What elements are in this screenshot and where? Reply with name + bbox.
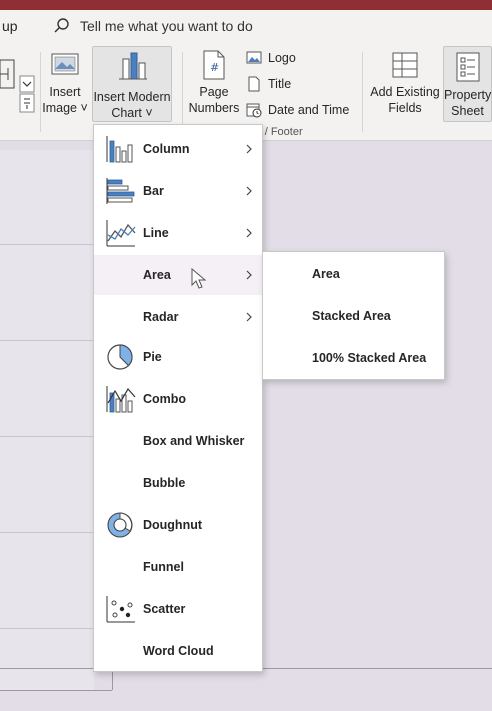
grid-line	[0, 340, 94, 341]
menu-item-label: Scatter	[143, 602, 186, 616]
menu-item-word-cloud[interactable]: Word Cloud	[94, 631, 262, 671]
section-divider	[0, 690, 112, 691]
tell-me-input[interactable]: Tell me what you want to do	[80, 18, 253, 34]
menu-item-label: Combo	[143, 392, 187, 406]
date-time-button[interactable]: Date and Time	[246, 102, 349, 118]
logo-icon	[246, 51, 262, 64]
image-icon	[51, 53, 79, 75]
submenu-item-area[interactable]: Area	[312, 267, 340, 281]
modern-chart-icon	[119, 52, 147, 80]
grid-line	[0, 532, 94, 533]
pie-chart-icon	[107, 344, 133, 370]
menu-item-label: Doughnut	[143, 518, 203, 532]
date-time-label: Date and Time	[268, 103, 350, 117]
logo-button[interactable]: Logo	[246, 50, 296, 66]
scatter-chart-icon	[106, 596, 135, 623]
submenu-item-stacked-area[interactable]: Stacked Area	[312, 309, 391, 323]
menu-item-area[interactable]: Area	[94, 255, 262, 295]
fields-icon	[392, 52, 418, 78]
ribbon-separator	[362, 52, 363, 132]
insert-chart-menu: Column Bar Line Area Radar Pie Combo Box…	[93, 124, 263, 672]
column-chart-icon	[106, 136, 133, 163]
page-number-icon: #	[203, 50, 225, 80]
menu-item-label: Box and Whisker	[143, 434, 245, 448]
menu-item-box-and-whisker[interactable]: Box and Whisker	[94, 421, 262, 461]
menu-item-scatter[interactable]: Scatter	[94, 589, 262, 629]
insert-image-label-1: Insert	[49, 85, 81, 99]
chevron-right-icon	[246, 186, 252, 196]
page-numbers-button[interactable]: # Page Numbers	[186, 50, 242, 118]
property-sheet-label-1: Property	[444, 88, 492, 102]
chevron-right-icon	[246, 270, 252, 280]
property-sheet-label-2: Sheet	[451, 104, 484, 118]
menu-item-funnel[interactable]: Funnel	[94, 547, 262, 587]
chevron-right-icon	[246, 312, 252, 322]
menu-item-label: Column	[143, 142, 190, 156]
submenu-item-100-stacked-area[interactable]: 100% Stacked Area	[312, 351, 426, 365]
insert-image-label-2: Image ˅	[42, 101, 88, 115]
title-bar	[0, 0, 492, 10]
property-sheet-button[interactable]: Property Sheet	[443, 46, 492, 122]
menu-item-pie[interactable]: Pie	[94, 337, 262, 377]
property-sheet-icon	[456, 52, 479, 82]
title-icon	[248, 76, 260, 92]
menu-item-bar[interactable]: Bar	[94, 171, 262, 211]
menu-item-bubble[interactable]: Bubble	[94, 463, 262, 503]
insert-chart-label-2: Chart ˅	[111, 106, 153, 120]
menu-item-line[interactable]: Line	[94, 213, 262, 253]
menu-item-label: Word Cloud	[143, 644, 214, 658]
insert-chart-label-1: Insert Modern	[93, 90, 171, 104]
group-label-header-footer: r / Footer	[258, 126, 303, 138]
menu-item-radar[interactable]: Radar	[94, 297, 262, 337]
doughnut-chart-icon	[107, 512, 133, 538]
report-grid-section[interactable]	[0, 150, 94, 690]
add-fields-label-2: Fields	[388, 101, 422, 115]
tab-fragment[interactable]: up	[2, 18, 18, 34]
ribbon-partial-control[interactable]	[0, 58, 36, 116]
tell-me-bar: up Tell me what you want to do	[0, 10, 492, 44]
combo-chart-icon	[106, 386, 136, 413]
menu-item-doughnut[interactable]: Doughnut	[94, 505, 262, 545]
menu-item-column[interactable]: Column	[94, 129, 262, 169]
menu-item-label: Area	[143, 268, 171, 282]
svg-text:#: #	[210, 61, 219, 74]
bar-chart-icon	[106, 178, 135, 204]
page-numbers-label-1: Page	[199, 85, 229, 99]
grid-line	[0, 628, 94, 629]
title-label: Title	[268, 77, 292, 91]
chevron-right-icon	[246, 228, 252, 238]
menu-item-label: Bar	[143, 184, 164, 198]
logo-label: Logo	[268, 51, 296, 65]
ribbon-separator	[182, 52, 183, 132]
page-numbers-label-2: Numbers	[188, 101, 240, 115]
insert-image-button[interactable]: Insert Image ˅	[42, 50, 88, 118]
menu-item-label: Funnel	[143, 560, 184, 574]
insert-modern-chart-button[interactable]: Insert Modern Chart ˅	[92, 46, 172, 122]
menu-item-combo[interactable]: Combo	[94, 379, 262, 419]
line-chart-icon	[106, 220, 136, 247]
calendar-clock-icon	[246, 103, 262, 118]
menu-item-label: Radar	[143, 310, 179, 324]
menu-item-label: Line	[143, 226, 169, 240]
grid-line	[0, 244, 94, 245]
menu-item-label: Pie	[143, 350, 162, 364]
title-button[interactable]: Title	[246, 76, 291, 92]
area-submenu: Area Stacked Area 100% Stacked Area	[262, 251, 445, 380]
menu-item-label: Bubble	[143, 476, 186, 490]
search-icon	[54, 18, 69, 33]
chevron-right-icon	[246, 144, 252, 154]
add-existing-fields-button[interactable]: Add Existing Fields	[368, 50, 442, 118]
ribbon-separator	[40, 52, 41, 132]
grid-line	[0, 436, 94, 437]
add-fields-label-1: Add Existing	[370, 85, 440, 99]
mouse-pointer-icon	[191, 268, 207, 289]
